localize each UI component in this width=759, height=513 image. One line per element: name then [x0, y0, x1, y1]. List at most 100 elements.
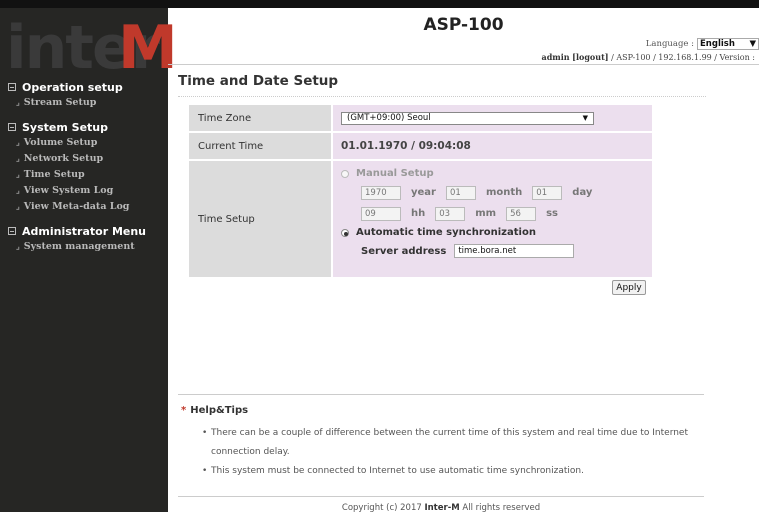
year-input[interactable]: 1970	[361, 185, 401, 200]
timezone-value: (GMT+09:00) Seoul	[347, 113, 431, 123]
bullet-icon: •	[202, 466, 208, 476]
language-selector: Language : English ▼	[646, 38, 759, 50]
time-setup-row: Time Setup Manual Setup 1970 year 01 mon…	[189, 161, 652, 277]
sidebar-item-volume-setup[interactable]: ⌟ Volume Setup	[8, 134, 166, 150]
server-address-label: Server address	[361, 245, 447, 257]
auto-sync-label: Automatic time synchronization	[356, 227, 536, 238]
second-input[interactable]: 56	[506, 206, 537, 221]
auto-sync-radio[interactable]	[341, 228, 349, 237]
username: admin	[541, 52, 570, 62]
sidebar-item-view-metadata-log[interactable]: ⌟ View Meta-data Log	[8, 198, 166, 214]
auto-sync-option[interactable]: Automatic time synchronization	[341, 224, 652, 241]
header: ASP-100 Language : English ▼ admin [logo…	[168, 8, 759, 64]
menu-group-system: System Setup ⌟ Volume Setup ⌟ Network Se…	[8, 120, 166, 214]
sidebar-item-system-management[interactable]: ⌟ System management	[8, 238, 166, 254]
month-unit: month	[485, 187, 523, 198]
footer-divider	[178, 496, 704, 497]
sidebar-item-label: View Meta-data Log	[23, 200, 130, 212]
list-item: • This system must be connected to Inter…	[202, 462, 702, 481]
manual-setup-option[interactable]: Manual Setup	[341, 165, 652, 182]
current-time-label: Current Time	[189, 133, 331, 159]
time-form: Time Zone (GMT+09:00) Seoul ▼ Current Ti…	[189, 105, 652, 279]
timezone-cell: (GMT+09:00) Seoul ▼	[333, 105, 652, 131]
menu-head-operation-setup[interactable]: Operation setup	[8, 80, 166, 94]
sidebar-item-label: System management	[23, 240, 135, 252]
tip-text: There can be a couple of difference betw…	[211, 428, 688, 457]
asterisk-icon: *	[181, 405, 187, 416]
language-label: Language :	[645, 39, 694, 49]
hour-input[interactable]: 09	[361, 206, 401, 221]
timezone-row: Time Zone (GMT+09:00) Seoul ▼	[189, 105, 652, 131]
current-time-value: 01.01.1970 / 09:04:08	[341, 140, 471, 152]
menu-arrow-icon: ⌟	[16, 185, 20, 195]
menu-arrow-icon: ⌟	[16, 241, 20, 251]
current-time-cell: 01.01.1970 / 09:04:08	[333, 133, 652, 159]
sidebar-item-stream-setup[interactable]: ⌟ Stream Setup	[8, 94, 166, 110]
time-setup-label: Time Setup	[189, 161, 331, 277]
server-address-input[interactable]: time.bora.net	[454, 244, 575, 258]
interm-logo: inter M	[6, 13, 178, 83]
app-title: ASP-100	[423, 15, 504, 35]
server-address-row: Server address time.bora.net	[341, 241, 652, 261]
sidebar-item-label: View System Log	[23, 184, 114, 196]
timezone-select[interactable]: (GMT+09:00) Seoul ▼	[341, 111, 594, 125]
logout-link[interactable]: [logout]	[572, 52, 608, 62]
menu-group-admin: Administrator Menu ⌟ System management	[8, 224, 166, 254]
top-bar	[0, 0, 759, 8]
header-divider	[168, 64, 759, 65]
time-fields: 09 hh 03 mm 56 ss	[341, 203, 652, 224]
sidebar-item-label: Network Setup	[23, 152, 104, 164]
device-info: / ASP-100 / 192.168.1.99 / Version :	[611, 53, 755, 62]
sidebar-item-view-system-log[interactable]: ⌟ View System Log	[8, 182, 166, 198]
menu-arrow-icon: ⌟	[16, 153, 20, 163]
current-time-row: Current Time 01.01.1970 / 09:04:08	[189, 133, 652, 159]
minute-input[interactable]: 03	[435, 206, 466, 221]
user-info: admin [logout] / ASP-100 / 192.168.1.99 …	[542, 52, 755, 62]
menu-group-operation: Operation setup ⌟ Stream Setup	[8, 80, 166, 110]
help-divider	[178, 394, 704, 395]
date-fields: 1970 year 01 month 01 day	[341, 182, 652, 203]
year-unit: year	[411, 187, 436, 198]
tip-text: This system must be connected to Interne…	[211, 466, 584, 476]
day-input[interactable]: 01	[532, 185, 563, 200]
timezone-label: Time Zone	[189, 105, 331, 131]
menu-head-label: Operation setup	[22, 80, 123, 94]
title-divider	[178, 96, 706, 97]
chevron-down-icon: ▼	[749, 39, 756, 49]
menu-head-administrator-menu[interactable]: Administrator Menu	[8, 224, 166, 238]
help-title-text: Help&Tips	[190, 405, 249, 416]
menu-head-label: Administrator Menu	[22, 224, 147, 238]
page-title: Time and Date Setup	[178, 73, 339, 89]
language-value: English	[700, 39, 735, 49]
bullet-icon: •	[202, 428, 208, 438]
manual-setup-radio[interactable]	[341, 169, 349, 178]
menu-collapse-icon	[8, 83, 16, 91]
menu-arrow-icon: ⌟	[16, 137, 20, 147]
day-unit: day	[572, 187, 593, 198]
language-select[interactable]: English ▼	[697, 38, 759, 50]
menu-collapse-icon	[8, 123, 16, 131]
help-title: * Help&Tips	[181, 405, 248, 416]
sidebar-item-label: Time Setup	[23, 168, 85, 180]
chevron-down-icon: ▼	[582, 114, 588, 122]
list-item: • There can be a couple of difference be…	[202, 424, 702, 462]
menu-head-label: System Setup	[22, 120, 108, 134]
sidebar-item-time-setup[interactable]: ⌟ Time Setup	[8, 166, 166, 182]
month-input[interactable]: 01	[445, 185, 476, 200]
manual-setup-label: Manual Setup	[356, 168, 434, 179]
apply-button[interactable]: Apply	[612, 280, 646, 295]
help-tips: • There can be a couple of difference be…	[202, 424, 702, 481]
second-unit: ss	[546, 208, 558, 219]
menu-arrow-icon: ⌟	[16, 97, 20, 107]
sidebar: inter M Operation setup ⌟ Stream Setup S…	[0, 8, 178, 512]
sidebar-item-label: Volume Setup	[23, 136, 98, 148]
time-setup-cell: Manual Setup 1970 year 01 month 01 day 0…	[333, 161, 652, 277]
menu-head-system-setup[interactable]: System Setup	[8, 120, 166, 134]
menu-arrow-icon: ⌟	[16, 201, 20, 211]
sidebar-menu: Operation setup ⌟ Stream Setup System Se…	[8, 80, 166, 264]
sidebar-item-network-setup[interactable]: ⌟ Network Setup	[8, 150, 166, 166]
minute-unit: mm	[475, 208, 497, 219]
sidebar-item-label: Stream Setup	[23, 96, 97, 108]
menu-collapse-icon	[8, 227, 16, 235]
hour-unit: hh	[411, 208, 426, 219]
